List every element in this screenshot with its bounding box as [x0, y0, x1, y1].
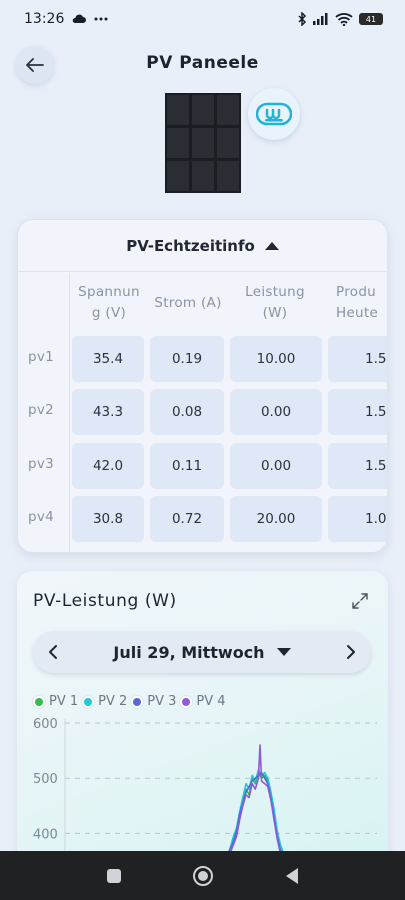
- row-label-pv3: pv3: [28, 456, 55, 472]
- cell-pv1-current: 0.19: [150, 336, 224, 382]
- column-header-voltage-line2: g (V): [91, 305, 127, 321]
- cell-pv1-power: 10.00: [230, 336, 322, 382]
- status-left: 13:26: [24, 11, 108, 27]
- legend-item-pv1[interactable]: PV 1: [33, 694, 78, 709]
- legend-label-pv2: PV 2: [98, 694, 128, 709]
- device-logo-badge: [248, 88, 300, 140]
- realtime-info-toggle[interactable]: PV-Echtzeitinfo: [18, 220, 387, 272]
- legend-label-pv4: PV 4: [196, 694, 226, 709]
- y-tick-label: 400: [33, 827, 58, 842]
- system-navigation-bar: [0, 851, 405, 900]
- chevron-right-icon[interactable]: [345, 644, 357, 660]
- realtime-table[interactable]: Spannun g (V) Strom (A) Leistung (W) Produ…: [18, 273, 387, 552]
- status-time: 13:26: [24, 11, 65, 27]
- column-header-voltage-line1: Spannun: [78, 284, 140, 300]
- cell-pv1-voltage: 35.4: [72, 336, 144, 382]
- row-label-pv1: pv1: [28, 349, 55, 365]
- row-label-pv2: pv2: [28, 402, 55, 418]
- column-header-power-line2: (W): [262, 305, 288, 321]
- legend-label-pv1: PV 1: [49, 694, 79, 709]
- column-header-today-line2: Heute: [336, 305, 379, 321]
- status-bar: 13:26 41: [0, 0, 405, 38]
- row-label-pv4: pv4: [28, 509, 55, 525]
- back-triangle-icon[interactable]: [284, 867, 300, 885]
- recents-square-icon[interactable]: [106, 868, 122, 884]
- legend-item-pv4[interactable]: PV 4: [180, 694, 226, 709]
- column-header-power: Leistung (W): [228, 273, 322, 333]
- cell-pv3-voltage: 42.0: [72, 443, 144, 489]
- cell-pv4-voltage: 30.8: [72, 496, 144, 542]
- page-title: PV Paneele: [146, 53, 259, 73]
- date-dropdown[interactable]: Juli 29, Mittwoch: [113, 642, 291, 662]
- legend-item-pv2[interactable]: PV 2: [82, 694, 127, 709]
- solar-panel-image: [165, 93, 241, 193]
- pv-power-title: PV-Leistung (W): [33, 591, 177, 611]
- legend-item-pv3[interactable]: PV 3: [131, 694, 176, 709]
- date-selector: Juli 29, Mittwoch: [33, 631, 371, 673]
- cell-pv3-current: 0.11: [150, 443, 224, 489]
- cell-pv4-today: 1.0: [328, 496, 387, 542]
- wifi-icon: [335, 12, 353, 26]
- cell-pv2-today: 1.5: [328, 389, 387, 435]
- column-header-current-line1: Strom (A): [154, 294, 222, 311]
- cell-pv1-today: 1.5: [328, 336, 387, 382]
- brand-logo-icon: [256, 102, 292, 126]
- cell-pv3-today: 1.5: [328, 443, 387, 489]
- cell-pv2-voltage: 43.3: [72, 389, 144, 435]
- more-dots-icon: [94, 17, 108, 21]
- realtime-info-card: PV-Echtzeitinfo Spannun g (V) Strom (A) L…: [17, 219, 388, 553]
- battery-indicator: 41: [359, 13, 383, 25]
- bluetooth-icon: [298, 12, 307, 26]
- cell-pv2-current: 0.08: [150, 389, 224, 435]
- cell-pv4-power: 20.00: [230, 496, 322, 542]
- status-right: 41: [297, 12, 383, 26]
- column-header-voltage: Spannun g (V): [70, 273, 148, 333]
- home-circle-icon[interactable]: [192, 865, 214, 887]
- column-header-today: Produ Heute: [330, 273, 387, 333]
- legend-dot-pv4: [180, 695, 193, 708]
- column-header-current: Strom (A): [148, 273, 228, 333]
- date-label: Juli 29, Mittwoch: [113, 642, 265, 662]
- chart-legend: PV 1 PV 2 PV 3 PV 4: [33, 694, 230, 709]
- caret-up-icon: [264, 241, 279, 250]
- expand-icon[interactable]: [351, 592, 369, 610]
- legend-dot-pv1: [33, 695, 45, 708]
- legend-dot-pv3: [131, 695, 144, 708]
- column-header-power-line1: Leistung: [245, 284, 305, 300]
- legend-dot-pv2: [82, 695, 95, 708]
- signal-icon: [313, 13, 328, 25]
- chevron-left-icon[interactable]: [47, 644, 59, 660]
- column-header-today-line1: Produ: [336, 284, 377, 300]
- cell-pv3-power: 0.00: [230, 443, 322, 489]
- y-tick-label: 600: [33, 717, 58, 732]
- legend-label-pv3: PV 3: [147, 694, 177, 709]
- pv-power-chart[interactable]: 600 500 400: [17, 711, 388, 871]
- cloud-icon: [73, 14, 87, 23]
- series-line-pv4: [226, 744, 285, 862]
- realtime-info-title: PV-Echtzeitinfo: [126, 236, 255, 255]
- y-tick-label: 500: [33, 772, 58, 787]
- cell-pv4-current: 0.72: [150, 496, 224, 542]
- cell-pv2-power: 0.00: [230, 389, 322, 435]
- caret-down-icon: [276, 648, 291, 656]
- pv-power-card: PV-Leistung (W) Juli 29, Mittwoch PV 1 P…: [17, 571, 388, 871]
